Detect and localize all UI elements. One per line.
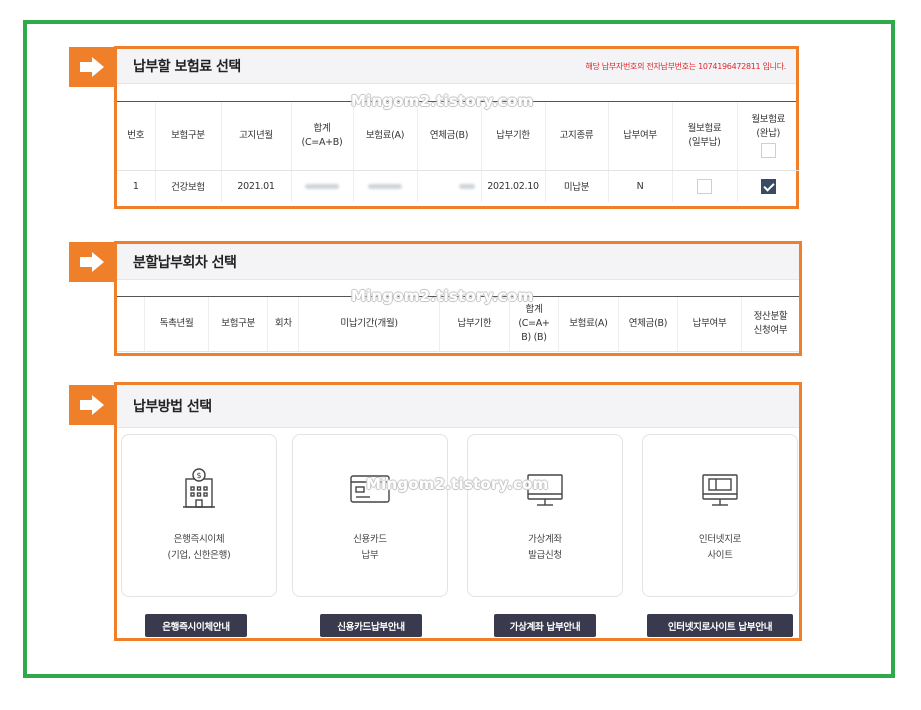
col-total: 합계 (C=A+B) (291, 102, 354, 171)
card-credit-line2: 납부 (361, 550, 379, 561)
card-credit-card[interactable]: 신용카드 납부 (292, 434, 448, 597)
col-insurance-type: 보험구분 (208, 297, 269, 352)
col-full: 월보험료 (완납) (737, 102, 799, 171)
cell-paid: N (608, 170, 673, 202)
cell-type: 건강보험 (155, 170, 222, 202)
card-credit-line1: 신용카드 (353, 534, 387, 545)
payment-method-cards: $ 은행즉시이체 (기업, 신한은행) 신용카드 납부 가상계좌 발급신청 인터… (121, 434, 798, 599)
card-virtual-label: 가상계좌 발급신청 (468, 532, 622, 564)
section2-header: 분할납부회차 선택 (117, 244, 799, 280)
card-giro-line1: 인터넷지로 (698, 534, 742, 545)
col-full-label: 월보험료 (완납) (751, 114, 786, 140)
col-late: 연체금(B) (618, 297, 679, 352)
col-unpaid-period: 미납기간(개월) (298, 297, 440, 352)
section3-arrow-icon (69, 385, 115, 425)
cell-late-blurred (417, 170, 482, 202)
col-total-label: 합계(C=A+ B) (B) (518, 303, 550, 343)
section1-arrow-icon (69, 47, 115, 87)
card-bank-label: 은행즉시이체 (기업, 신한은행) (122, 532, 276, 564)
col-no: 번호 (117, 102, 156, 171)
virtual-account-guide-button[interactable]: 가상계좌 납부안내 (494, 614, 596, 637)
col-total-label: 합계 (C=A+B) (301, 122, 343, 148)
section2-arrow-icon (69, 242, 115, 282)
section-payment-method: 납부방법 선택 $ 은행즉시이체 (기업, 신한은행) 신용카드 납부 가상계좌… (114, 382, 802, 641)
section3-title: 납부방법 선택 (133, 399, 212, 415)
col-paid: 납부여부 (608, 102, 673, 171)
col-notice-month: 독촉년월 (144, 297, 209, 352)
card-virtual-line2: 발급신청 (528, 550, 562, 561)
section2-title: 분할납부회차 선택 (133, 254, 237, 271)
cell-month: 2021.01 (221, 170, 292, 202)
col-premium: 보험료(A) (558, 297, 619, 352)
internet-giro-guide-button[interactable]: 인터넷지로사이트 납부안내 (647, 614, 793, 637)
col-type: 보험구분 (155, 102, 222, 171)
card-giro-label: 인터넷지로 사이트 (643, 532, 797, 564)
card-giro-line2: 사이트 (707, 550, 733, 561)
col-kind: 고지종류 (545, 102, 609, 171)
cell-full (737, 170, 799, 202)
col-paid: 납부여부 (677, 297, 742, 352)
card-bank-line1: 은행즉시이체 (173, 534, 225, 545)
card-virtual-account[interactable]: 가상계좌 발급신청 (467, 434, 623, 597)
card-bank-line2: (기업, 신한은행) (167, 550, 231, 561)
cell-due: 2021.02.10 (481, 170, 546, 202)
col-partial: 월보험료 (일부납) (672, 102, 738, 171)
installment-table: 독촉년월 보험구분 회차 미납기간(개월) 납부기한 합계(C=A+ B) (B… (117, 297, 799, 352)
section1-header: 납부할 보험료 선택 해당 납부자번호의 전자납부번호는 10741964728… (117, 49, 796, 84)
cell-no: 1 (117, 170, 156, 202)
col-settlement-label: 정산분할 신청여부 (753, 310, 788, 336)
cell-total-blurred (291, 170, 354, 202)
section-installment-select: 분할납부회차 선택 Mingom2.tistory.com 독촉년월 보험구분 … (114, 241, 802, 356)
card-credit-label: 신용카드 납부 (293, 532, 447, 564)
partial-pay-checkbox[interactable] (697, 178, 712, 194)
col-late: 연체금(B) (417, 102, 482, 171)
section3-header: 납부방법 선택 (117, 385, 799, 428)
svg-text:$: $ (196, 471, 201, 480)
col-round: 회차 (267, 297, 300, 352)
card-virtual-line1: 가상계좌 (528, 534, 562, 545)
cell-partial (672, 170, 738, 202)
col-month: 고지년월 (221, 102, 292, 171)
bank-building-icon: $ (122, 467, 276, 511)
table-row: 1 건강보험 2021.01 2021.02.10 미납분 N (117, 170, 799, 202)
col-partial-label: 월보험료 (일부납) (687, 122, 722, 148)
col-due: 납부기한 (439, 297, 510, 352)
card-bank-transfer[interactable]: $ 은행즉시이체 (기업, 신한은행) (121, 434, 277, 597)
web-monitor-icon (643, 467, 797, 511)
col-blank (117, 297, 146, 352)
watermark: Mingom2.tistory.com (366, 475, 549, 493)
cell-kind: 미납분 (545, 170, 609, 202)
electronic-payment-note: 해당 납부자번호의 전자납부번호는 1074196472811 입니다. (585, 62, 786, 71)
section-insurance-select: 납부할 보험료 선택 해당 납부자번호의 전자납부번호는 10741964728… (114, 46, 799, 209)
cell-premium-blurred (353, 170, 418, 202)
full-pay-checkbox[interactable] (760, 178, 776, 194)
bank-transfer-guide-button[interactable]: 은행즉시이체안내 (145, 614, 247, 637)
col-due: 납부기한 (481, 102, 546, 171)
col-total: 합계(C=A+ B) (B) (509, 297, 560, 352)
col-premium: 보험료(A) (353, 102, 418, 171)
credit-card-guide-button[interactable]: 신용카드납부안내 (320, 614, 422, 637)
col-settlement: 정산분할 신청여부 (741, 297, 799, 352)
section1-title: 납부할 보험료 선택 (133, 59, 241, 75)
insurance-table: 번호 보험구분 고지년월 합계 (C=A+B) 보험료(A) 연체금(B) 납부… (117, 102, 799, 202)
select-all-checkbox[interactable] (760, 143, 776, 159)
card-internet-giro[interactable]: 인터넷지로 사이트 (642, 434, 798, 597)
